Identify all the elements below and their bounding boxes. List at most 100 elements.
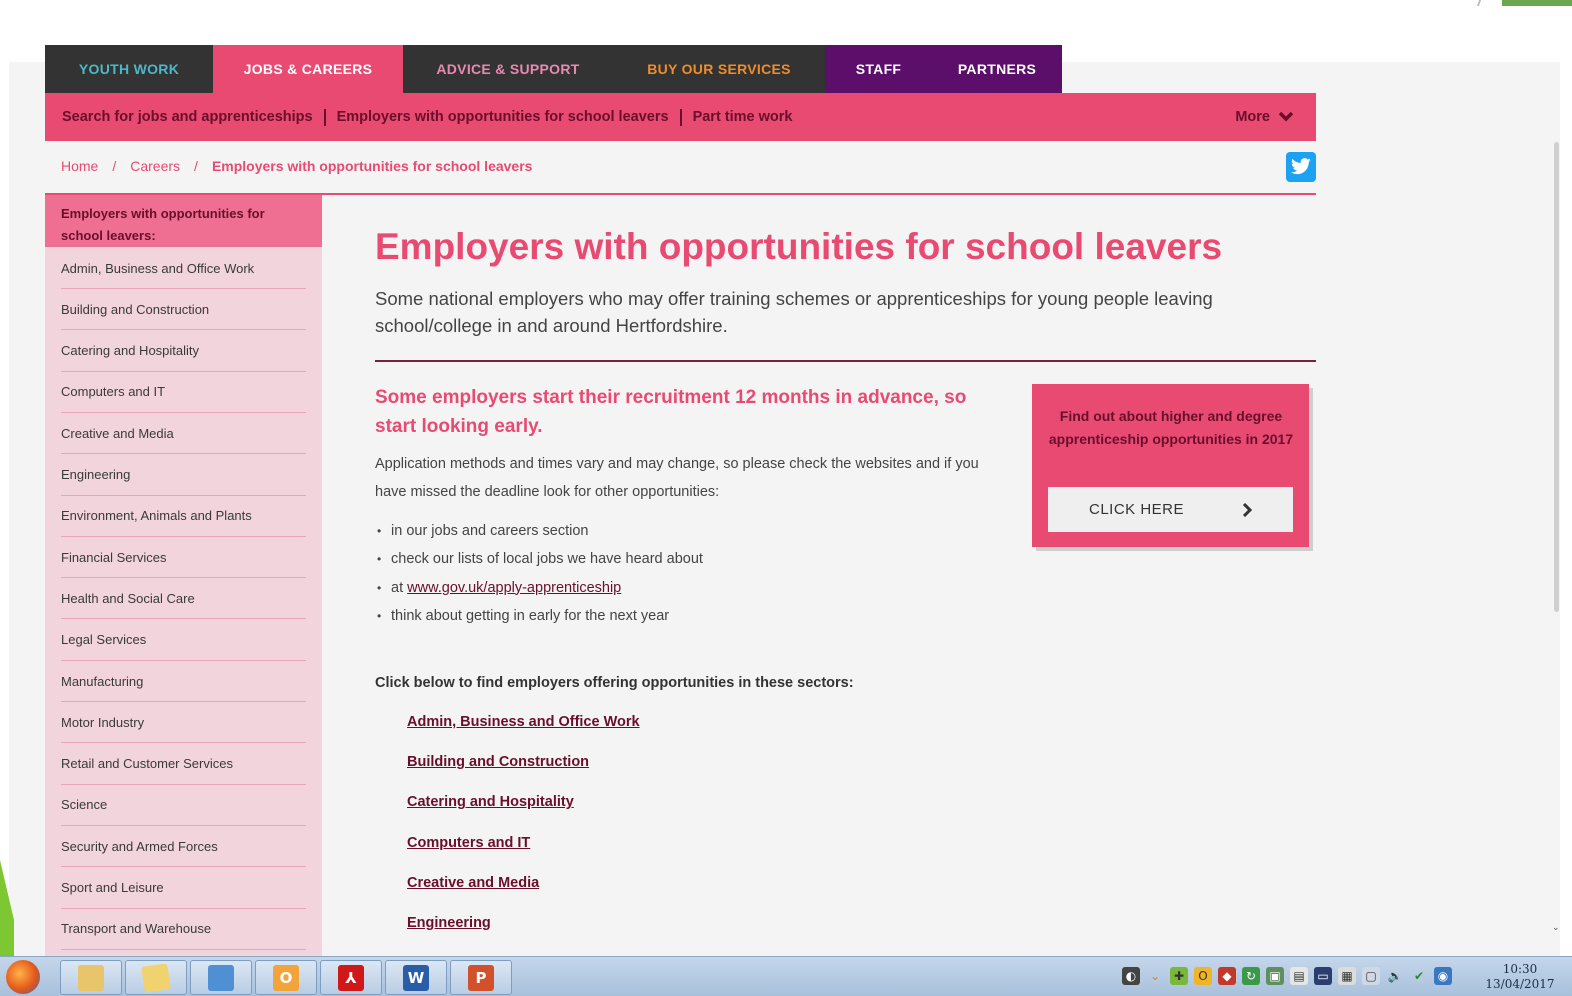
subnav-search-jobs[interactable]: Search for jobs and apprenticeships [62, 109, 313, 125]
tray-network-icon[interactable]: ◐ [1122, 967, 1140, 985]
sector-link[interactable]: Admin, Business and Office Work [407, 714, 640, 730]
taskbar-clock[interactable]: 10:30 13/04/2017 [1478, 962, 1562, 992]
sidebar-item[interactable]: Engineering [61, 455, 306, 496]
sector-link[interactable]: Creative and Media [407, 875, 539, 891]
sidebar-heading: Employers with opportunities for school … [45, 195, 322, 247]
scrollbar[interactable] [1552, 142, 1560, 612]
breadcrumb-current: Employers with opportunities for school … [211, 158, 533, 174]
tab-label: YOUTH WORK [78, 61, 180, 77]
sidebar-item[interactable]: Sport and Leisure [61, 868, 306, 909]
top-nav-tab-advice-support[interactable]: ADVICE & SUPPORT [403, 45, 613, 93]
powerpoint-icon: P [468, 964, 494, 991]
top-nav-tab-staff[interactable]: STAFF [825, 45, 932, 93]
breadcrumb-separator: / [112, 158, 117, 174]
sub-navigation: Search for jobs and apprenticeships Empl… [45, 93, 1316, 141]
click-here-button[interactable]: CLICK HERE [1048, 487, 1293, 532]
twitter-icon[interactable] [1286, 152, 1316, 182]
subnav-employers-school-leavers[interactable]: Employers with opportunities for school … [337, 109, 669, 125]
list-item-text: think about getting in early for the nex… [391, 608, 670, 625]
tray-display-icon[interactable]: ▭ [1314, 967, 1332, 985]
scroll-down-icon[interactable]: ⌄ [1552, 922, 1560, 933]
tab-label: JOBS & CAREERS [243, 61, 373, 77]
subnav-divider [679, 108, 682, 126]
tray-clipboard-icon[interactable]: ▤ [1290, 967, 1308, 985]
screen: ⌄ YOUTH WORK JOBS & CAREERS ADVICE & SUPPO… [0, 0, 1572, 996]
word-letter: W [407, 968, 425, 987]
tray-printer-icon[interactable]: ▣ [1266, 967, 1284, 985]
list-item-text: check our lists of local jobs we have he… [391, 551, 703, 568]
taskbar-outlook[interactable]: O [255, 960, 317, 995]
tab-label: STAFF [855, 61, 902, 77]
list-item: • at www.gov.uk/apply-apprenticeship [375, 574, 703, 602]
taskbar-folder[interactable] [125, 960, 187, 995]
sidebar-item[interactable]: Security and Armed Forces [61, 826, 306, 868]
taskbar-word[interactable]: W [385, 960, 447, 995]
tray-sync-icon[interactable]: ↻ [1242, 967, 1260, 985]
sector-link[interactable]: Building and Construction [407, 754, 589, 770]
tray-security-icon[interactable]: ✚ [1170, 967, 1188, 985]
taskbar-acrobat[interactable]: ⅄ [320, 960, 382, 995]
page-title: Employers with opportunities for school … [375, 226, 1223, 267]
slide-decoration [1476, 0, 1482, 6]
tab-label: PARTNERS [957, 61, 1037, 77]
sidebar-item[interactable]: Motor Industry [61, 702, 306, 744]
tray-update-icon[interactable]: ◆ [1218, 967, 1236, 985]
clock-date: 13/04/2017 [1485, 977, 1555, 991]
firefox-icon[interactable] [6, 960, 40, 994]
top-nav-tab-jobs-careers[interactable]: JOBS & CAREERS [213, 45, 403, 93]
top-nav-tab-partners[interactable]: PARTNERS [932, 45, 1062, 93]
breadcrumb-home[interactable]: Home [61, 158, 98, 174]
top-nav-tab-youth-work[interactable]: YOUTH WORK [45, 45, 213, 93]
list-item: • in our jobs and careers section [375, 517, 703, 545]
list-item-text: in our jobs and careers section [391, 523, 589, 540]
clock-time: 10:30 [1502, 962, 1538, 976]
sidebar-item[interactable]: Environment, Animals and Plants [61, 496, 306, 537]
gov-apprenticeship-link[interactable]: www.gov.uk/apply-apprenticeship [407, 580, 621, 596]
tray-chevron-icon[interactable]: ⌄ [1146, 967, 1164, 985]
subnav-more-button[interactable]: More [1235, 93, 1294, 141]
tab-label: ADVICE & SUPPORT [436, 61, 580, 77]
sidebar-item[interactable]: Legal Services [61, 620, 306, 661]
sidebar-item[interactable]: Admin, Business and Office Work [61, 248, 306, 289]
breadcrumb-separator: / [194, 158, 198, 174]
tray-wifi-icon[interactable]: ◉ [1434, 967, 1452, 985]
tray-shield-icon[interactable]: ✔ [1410, 967, 1428, 985]
sidebar-item[interactable]: Catering and Hospitality [61, 331, 306, 372]
subnav-divider [323, 108, 326, 126]
sidebar-item[interactable]: Creative and Media [61, 413, 306, 455]
sidebar-item[interactable]: Computers and IT [61, 372, 306, 413]
speaker-icon[interactable]: 🔈 [1386, 967, 1404, 985]
sidebar-item[interactable]: Financial Services [61, 537, 306, 579]
acrobat-icon: ⅄ [338, 964, 364, 991]
top-nav-tab-buy-our-services[interactable]: BUY OUR SERVICES [613, 45, 825, 93]
taskbar-file-explorer[interactable] [60, 960, 122, 995]
sidebar-item[interactable]: Building and Construction [61, 289, 306, 331]
tray-device-icon[interactable]: ▦ [1338, 967, 1356, 985]
sidebar-item[interactable]: Science [61, 785, 306, 826]
sidebar-item[interactable]: Manufacturing [61, 661, 306, 702]
taskbar-powerpoint[interactable]: P [450, 960, 512, 995]
more-label: More [1235, 109, 1270, 125]
sector-link[interactable]: Catering and Hospitality [407, 794, 574, 810]
bullet-icon: • [377, 580, 382, 595]
folder-icon [141, 962, 171, 993]
windows-taskbar: O ⅄ W P ◐ ⌄ ✚ O ◆ ↻ ▣ ▤ ▭ ▦ ▢ 🔈 ✔ ◉ 10:3… [0, 956, 1572, 996]
taskbar-lync[interactable] [190, 960, 252, 995]
scroll-thumb[interactable] [1554, 142, 1559, 612]
tab-label: BUY OUR SERVICES [647, 61, 791, 77]
sector-link[interactable]: Computers and IT [407, 835, 530, 851]
tray-office-icon[interactable]: O [1194, 967, 1212, 985]
sector-link[interactable]: Engineering [407, 915, 491, 931]
sidebar-item[interactable]: Health and Social Care [61, 578, 306, 620]
outlook-icon: O [273, 964, 299, 991]
application-paragraph: Application methods and times vary and m… [375, 456, 979, 500]
sidebar-item[interactable]: Retail and Customer Services [61, 744, 306, 785]
breadcrumb-careers[interactable]: Careers [130, 158, 180, 174]
system-tray: ◐ ⌄ ✚ O ◆ ↻ ▣ ▤ ▭ ▦ ▢ 🔈 ✔ ◉ [1122, 967, 1452, 985]
tray-monitor-icon[interactable]: ▢ [1362, 967, 1380, 985]
intro-text: Some national employers who may offer tr… [375, 288, 1213, 336]
list-item: • think about getting in early for the ne… [375, 602, 703, 630]
sidebar-item[interactable]: Transport and Warehouse [61, 909, 306, 950]
subnav-part-time-work[interactable]: Part time work [693, 109, 793, 125]
powerpoint-letter: P [475, 968, 487, 987]
